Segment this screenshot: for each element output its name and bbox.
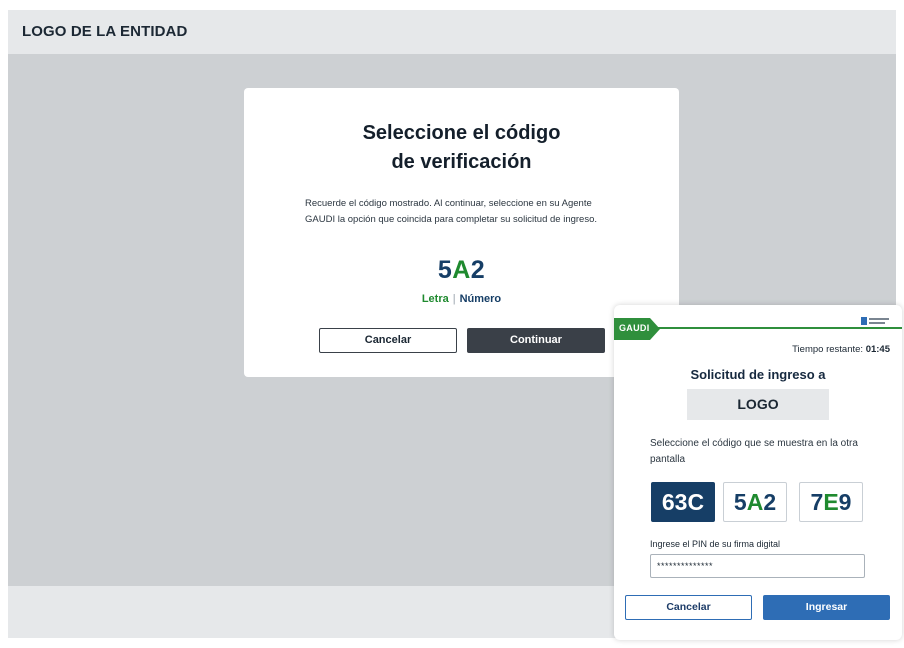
entity-mini-logo-icon: [861, 313, 889, 325]
continue-button[interactable]: Continuar: [467, 328, 605, 353]
card-title: Seleccione el código de verificación: [244, 119, 679, 177]
gaudi-brand-text: GAUDI: [619, 323, 650, 333]
code-number-2: 2: [470, 256, 486, 284]
agent-logo-box: LOGO: [687, 389, 829, 420]
agent-cancel-button[interactable]: Cancelar: [625, 595, 752, 620]
pin-label: Ingrese el PIN de su firma digital: [650, 539, 781, 549]
code-option-3-part3: 9: [838, 489, 852, 515]
gaudi-agent-window: GAUDI Tiempo restante: 01:45 Solicitud d…: [614, 305, 902, 640]
timer-value: 01:45: [865, 344, 890, 355]
timer-label: Tiempo restante:: [792, 344, 864, 355]
gaudi-header-line: [644, 327, 902, 329]
agent-instruction: Seleccione el código que se muestra en l…: [650, 438, 858, 465]
code-option-2[interactable]: 5A2: [723, 482, 787, 522]
cancel-button[interactable]: Cancelar: [319, 328, 457, 353]
code-option-3[interactable]: 7E9: [799, 482, 863, 522]
code-letter: A: [452, 256, 471, 284]
code-number-1: 5: [437, 256, 453, 284]
entity-logo-text: LOGO DE LA ENTIDAD: [22, 23, 188, 40]
legend-numero: Número: [459, 293, 502, 305]
legend-letra: Letra: [421, 293, 449, 305]
card-title-line1: Seleccione el código: [362, 122, 561, 144]
code-option-1-text: 63C: [661, 489, 705, 515]
legend-separator: |: [452, 293, 456, 305]
code-legend: Letra | Número: [244, 293, 679, 305]
card-description: Recuerde el código mostrado. Al continua…: [305, 198, 598, 225]
agent-submit-button[interactable]: Ingresar: [763, 595, 890, 620]
top-header: LOGO DE LA ENTIDAD: [8, 10, 896, 54]
code-option-2-part2: A: [746, 489, 764, 515]
time-remaining: Tiempo restante: 01:45: [792, 344, 890, 355]
agent-title: Solicitud de ingreso a: [690, 367, 826, 382]
pin-input[interactable]: **************: [650, 554, 865, 578]
code-option-3-part2: E: [823, 489, 839, 515]
code-option-2-part3: 2: [763, 489, 777, 515]
card-title-line2: de verificación: [391, 151, 532, 173]
code-option-2-part1: 5: [733, 489, 747, 515]
code-option-1[interactable]: 63C: [651, 482, 715, 522]
verification-code: 5A2: [244, 256, 679, 285]
code-option-3-part1: 7: [810, 489, 824, 515]
